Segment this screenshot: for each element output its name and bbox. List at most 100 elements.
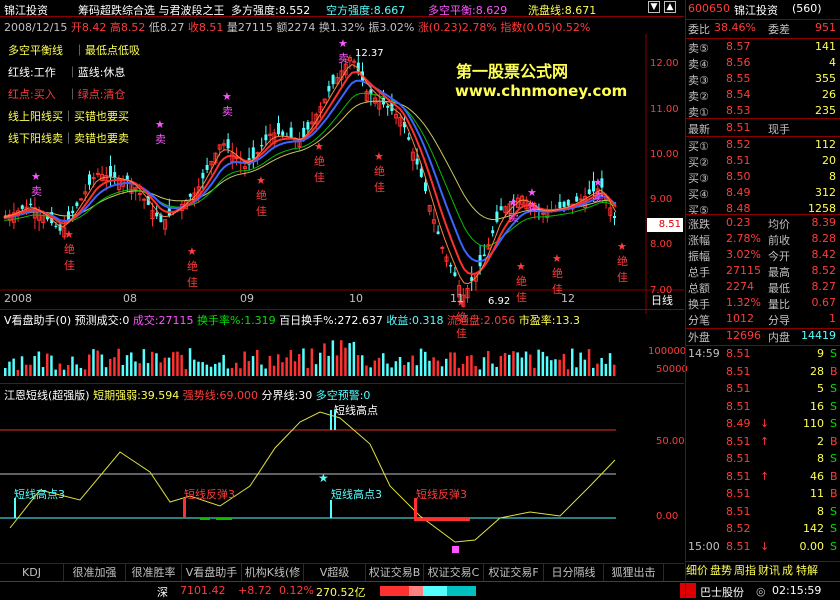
month-axis: 2008 08 09 10 11 12 日线 bbox=[4, 292, 673, 308]
stat-row: 总手 27115 最高 8.52 bbox=[688, 264, 836, 279]
amt-label: 额2274 bbox=[276, 21, 316, 34]
neipan-value: 14419 bbox=[801, 329, 836, 342]
buy-level[interactable]: 买② 8.51 20 bbox=[688, 154, 838, 170]
close-label: 收8.51 bbox=[187, 21, 224, 34]
legend-item: 卖错也要卖 bbox=[74, 132, 129, 145]
volume-chart[interactable] bbox=[0, 326, 646, 382]
tick-row: 8.51 8 S bbox=[726, 504, 837, 518]
tick-row: 15:00 8.51 ↓ 0.00 S bbox=[688, 539, 837, 553]
tab-quanzheng-b[interactable]: 权证交易B bbox=[366, 564, 424, 581]
balance-line: 多空平衡:8.629 bbox=[428, 4, 508, 17]
chart-title-bar: 锦江投资 筹码超跌综合选 与君波段之王 多方强度:8.552 空方强度:8.66… bbox=[0, 0, 684, 17]
date-label: 2008/12/15 bbox=[4, 21, 68, 34]
waipan-value: 12696 bbox=[726, 329, 761, 342]
buy-signal: ★绝佳 bbox=[187, 245, 198, 289]
legend-item: 线下阳线卖 bbox=[8, 132, 63, 145]
amplitude-label: 振3.02% bbox=[368, 21, 415, 34]
market-label: 深 bbox=[157, 586, 168, 599]
market-breadth-bar bbox=[380, 586, 476, 596]
tick-row: 8.49 ↓ 110 S bbox=[726, 417, 837, 430]
link-zhouzhi[interactable]: 周指 bbox=[734, 562, 756, 578]
tab-hzsl[interactable]: 很准胜率 bbox=[126, 564, 182, 581]
low-label: 低8.27 bbox=[148, 21, 185, 34]
high-label: 高8.52 bbox=[109, 21, 146, 34]
tick-row: 14:59 8.51 9 S bbox=[688, 347, 837, 360]
market-change: +8.72 bbox=[238, 584, 272, 597]
tab-hulichuji[interactable]: 狐狸出击 bbox=[604, 564, 664, 581]
buy-level[interactable]: 买③ 8.50 8 bbox=[688, 170, 838, 186]
tab-hzjq[interactable]: 很准加强 bbox=[64, 564, 126, 581]
maximize-icon[interactable]: ▲ bbox=[664, 1, 676, 13]
tab-vmacd[interactable]: V超级MACD bbox=[304, 564, 366, 596]
webi-value: 38.46% bbox=[714, 21, 756, 34]
tick-row: 8.51 8 S bbox=[726, 452, 837, 465]
tab-quanzheng-c[interactable]: 权证交易C bbox=[424, 564, 484, 581]
period-label[interactable]: 日线 bbox=[651, 292, 673, 308]
legend-item: 红线:工作 bbox=[8, 66, 56, 79]
panel-stock-id: (560) bbox=[792, 2, 822, 15]
link-cheng[interactable]: 成 bbox=[782, 562, 793, 578]
legend-item: 绿点:清仓 bbox=[77, 88, 126, 101]
svg-text:★: ★ bbox=[318, 471, 329, 485]
tick-row: 8.52 142 S bbox=[726, 522, 837, 535]
sell-signal: ★卖 bbox=[593, 176, 604, 204]
high-price-label: 12.37 bbox=[355, 48, 384, 59]
legend-box: 多空平衡线 ｜最低点低吸 红线:工作 ｜蓝线:休息 红点:买入 ｜绿点:清仓 线… bbox=[8, 44, 140, 145]
buy-signal: ★绝佳 bbox=[552, 252, 563, 296]
weicha-value: 951 bbox=[815, 21, 836, 34]
sell-level[interactable]: 卖④ 8.56 4 bbox=[688, 56, 838, 72]
kong-strength: 空方强度:8.667 bbox=[326, 4, 406, 17]
stat-row: 涨幅 2.78% 前收 8.28 bbox=[688, 232, 836, 247]
tab-quanzheng-f[interactable]: 权证交易F bbox=[484, 564, 544, 581]
market-amount: 270.52亿 bbox=[316, 586, 366, 599]
buy-level[interactable]: 买④ 8.49 312 bbox=[688, 186, 838, 202]
sell-level[interactable]: 卖③ 8.55 355 bbox=[688, 72, 838, 88]
stat-row: 涨跌 0.23 均价 8.39 bbox=[688, 216, 836, 231]
link-tejie[interactable]: 特解 bbox=[796, 562, 818, 578]
sell-level[interactable]: 卖② 8.54 26 bbox=[688, 88, 838, 104]
tab-vkanpan[interactable]: V看盘助手 bbox=[182, 564, 242, 581]
sell-signal: ★卖 bbox=[31, 170, 42, 198]
wash-line: 洗盘线:8.671 bbox=[528, 4, 597, 17]
tick-row: 8.51 ↑ 46 B bbox=[726, 469, 838, 483]
tick-row: 8.51 ↑ 2 B bbox=[726, 434, 838, 448]
link-xijia[interactable]: 细价 bbox=[686, 562, 708, 578]
stat-row: 总额 2274 最低 8.27 bbox=[688, 280, 836, 295]
osc-axis-0: 0.00 bbox=[656, 511, 679, 522]
market-pct: 0.12% bbox=[279, 584, 314, 597]
link-caixun[interactable]: 财讯 bbox=[758, 562, 780, 578]
stock-code: 600650 bbox=[688, 2, 730, 15]
buy-signal: ★绝佳 bbox=[256, 174, 267, 218]
tick-row: 8.51 16 S bbox=[726, 399, 837, 413]
tab-kdj[interactable]: KDJ bbox=[0, 564, 64, 581]
legend-item: 买错也要买 bbox=[74, 110, 129, 123]
vol-label: 量27115 bbox=[226, 21, 273, 34]
stat-row: 分笔 1012 分导 1 bbox=[688, 312, 836, 327]
legend-item: 红点:买入 bbox=[8, 88, 56, 101]
tab-jigou[interactable]: 机构K线(修 bbox=[242, 564, 304, 581]
link-panshi[interactable]: 盘势 bbox=[710, 562, 732, 578]
buy-signal: ★绝佳 bbox=[374, 150, 385, 194]
osc-axis-50: 50.00 bbox=[656, 436, 685, 447]
oscillator-chart[interactable]: ★ bbox=[0, 400, 646, 562]
legend-item: 线上阳线买 bbox=[8, 110, 63, 123]
indicator-tabs: KDJ 很准加强 很准胜率 V看盘助手 机构K线(修 V超级MACD 权证交易B… bbox=[0, 563, 684, 596]
duo-strength: 多方强度:8.552 bbox=[231, 4, 311, 17]
sell-level[interactable]: 卖⑤ 8.57 141 bbox=[688, 40, 838, 56]
indicator-title: 筹码超跌综合选 与君波段之王 bbox=[78, 4, 225, 17]
minimize-icon[interactable]: ▼ bbox=[648, 1, 660, 13]
change-label: 涨(0.23)2.78% bbox=[417, 21, 497, 34]
date-info-line: 2008/12/15 开8.42 高8.52 低8.27 收8.51 量2711… bbox=[4, 19, 590, 35]
tab-rifenge[interactable]: 日分隔线 bbox=[544, 564, 604, 581]
vol-axis-50000: 50000 bbox=[656, 364, 688, 375]
vol-axis-100000: 100000 bbox=[648, 346, 687, 357]
sell-signal: ★卖 bbox=[338, 37, 349, 65]
sell-signal: ★卖 bbox=[508, 196, 519, 224]
panel-stock-name: 锦江投资 bbox=[734, 4, 778, 17]
legend-item: 蓝线:休息 bbox=[77, 66, 126, 79]
buy-level[interactable]: 买① 8.52 112 bbox=[688, 138, 838, 154]
stock-name: 锦江投资 bbox=[4, 4, 48, 17]
sell-signal: ★卖 bbox=[222, 90, 233, 118]
sell-signal: ★卖 bbox=[527, 186, 538, 214]
buy-signal: ★绝佳 bbox=[64, 228, 75, 272]
